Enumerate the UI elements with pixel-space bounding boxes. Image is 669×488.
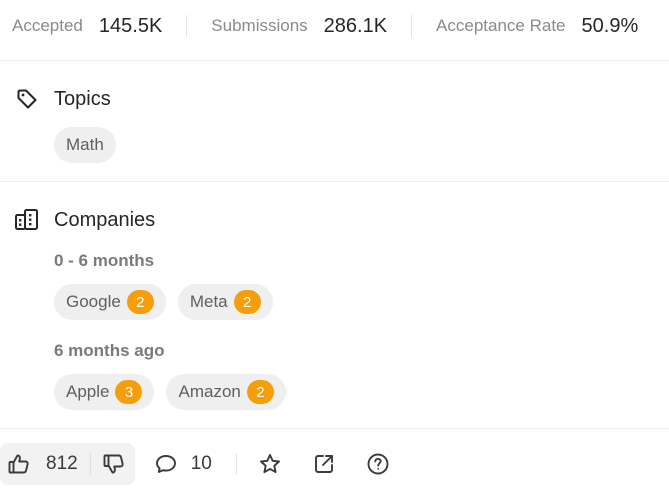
share-button[interactable]: [311, 451, 337, 477]
like-count: 812: [46, 453, 78, 474]
company-count-badge: 3: [115, 380, 143, 404]
divider: [0, 181, 669, 182]
company-name: Meta: [189, 292, 228, 311]
company-count-badge: 2: [233, 290, 261, 314]
stat-submissions: Submissions 286.1K: [211, 0, 387, 52]
stat-acceptance-rate-value: 50.9%: [581, 14, 639, 37]
dislike-button[interactable]: [101, 451, 127, 477]
action-toolbar: 812 10: [0, 443, 391, 485]
help-icon: [366, 452, 390, 476]
company-chip-amazon[interactable]: Amazon 2: [166, 374, 286, 410]
company-count-badge: 2: [246, 380, 274, 404]
companies-list: Google 2 Meta 2: [54, 284, 273, 320]
thumbs-down-icon: [101, 451, 127, 477]
stats-bar: Accepted 145.5K Submissions 286.1K Accep…: [0, 0, 669, 52]
comment-icon: [153, 451, 179, 477]
topics-header[interactable]: Topics: [0, 84, 669, 114]
company-count-badge: 2: [126, 290, 154, 314]
stat-submissions-label: Submissions: [211, 16, 308, 35]
star-icon: [258, 452, 282, 476]
company-chip-google[interactable]: Google 2: [54, 284, 166, 320]
thumbs-up-icon: [6, 451, 32, 477]
stat-acceptance-rate-label: Acceptance Rate: [436, 16, 566, 35]
like-button[interactable]: 812: [6, 451, 78, 477]
comments-button[interactable]: 10: [153, 451, 212, 477]
topic-chip-label: Math: [66, 135, 104, 154]
divider: [0, 428, 669, 429]
share-icon: [312, 452, 336, 476]
topics-list: Math: [54, 127, 116, 163]
company-chip-meta[interactable]: Meta 2: [177, 284, 273, 320]
divider: [235, 453, 237, 475]
company-name: Amazon: [178, 382, 241, 401]
companies-list: Apple 3 Amazon 2: [54, 374, 286, 410]
divider: [411, 15, 413, 37]
company-name: Apple: [66, 382, 110, 401]
company-chip-apple[interactable]: Apple 3: [54, 374, 155, 410]
help-button[interactable]: [365, 451, 391, 477]
companies-header[interactable]: Companies: [0, 205, 669, 235]
comment-count: 10: [190, 453, 212, 474]
divider: [186, 15, 188, 37]
divider: [0, 60, 669, 61]
divider: [89, 453, 91, 475]
vote-group: 812: [0, 443, 135, 485]
stat-accepted: Accepted 145.5K: [0, 0, 162, 52]
period-label: 0 - 6 months: [54, 251, 155, 270]
stat-accepted-value: 145.5K: [98, 14, 163, 37]
stat-submissions-value: 286.1K: [323, 14, 388, 37]
buildings-icon: [14, 207, 40, 233]
tag-icon: [14, 86, 40, 112]
favorite-button[interactable]: [257, 451, 283, 477]
topics-title: Topics: [54, 87, 111, 110]
period-label: 6 months ago: [54, 341, 165, 360]
company-name: Google: [66, 292, 121, 311]
stat-acceptance-rate: Acceptance Rate 50.9%: [436, 0, 638, 52]
companies-title: Companies: [54, 208, 156, 231]
topic-chip[interactable]: Math: [54, 127, 116, 163]
stat-accepted-label: Accepted: [12, 16, 83, 35]
